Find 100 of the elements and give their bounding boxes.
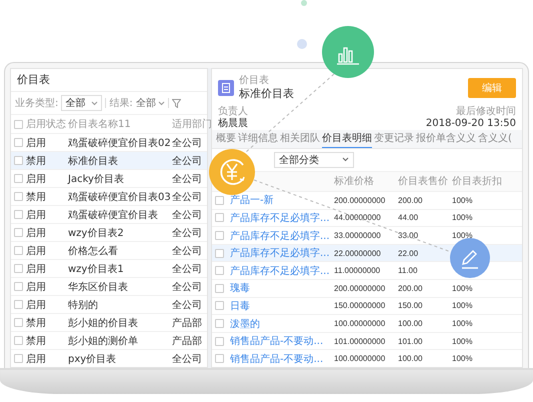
- column-header: 价目表售价: [398, 174, 449, 188]
- table-cell-text: 产品部: [172, 316, 203, 330]
- table-cell-text: 价格怎么看: [68, 244, 119, 258]
- checkbox[interactable]: [14, 336, 23, 345]
- table-cell-text: 启用: [26, 208, 47, 222]
- product-link[interactable]: 瑰毒: [230, 283, 250, 294]
- table-row[interactable]: 启用 鸡蛋破碎便宜价目表 全公司: [11, 205, 207, 223]
- table-cell-text: 鸡蛋破碎便宜价目表03: [68, 190, 172, 204]
- filter-icon[interactable]: [172, 98, 181, 108]
- checkbox[interactable]: [14, 264, 23, 273]
- table-cell: 100%: [452, 336, 472, 346]
- table-cell-text: wzy价目表1: [68, 262, 125, 276]
- table-cell: 100%: [452, 301, 472, 310]
- table-cell-text: 22.00000000: [334, 248, 382, 258]
- table-row[interactable]: 启用 wzy价目表1 全公司: [11, 259, 207, 277]
- column-header: 价目表折扣: [452, 174, 503, 188]
- checkbox[interactable]: [215, 284, 224, 293]
- checkbox[interactable]: [14, 120, 23, 128]
- table-row[interactable]: 启用 特别的 全公司: [11, 295, 207, 313]
- column-header: 启用状态: [26, 118, 67, 131]
- table-cell-text: 全公司: [172, 352, 203, 366]
- column-header: 标准价格: [334, 174, 375, 188]
- checkbox[interactable]: [215, 231, 224, 240]
- table-cell-text: 11.00000000: [334, 266, 382, 276]
- table-cell-text: 101.00000000: [334, 336, 386, 346]
- checkbox[interactable]: [14, 300, 23, 309]
- table-cell-text: 全公司: [172, 226, 203, 240]
- checkbox[interactable]: [14, 354, 23, 363]
- checkbox[interactable]: [14, 192, 23, 201]
- table-row[interactable]: 启用 价格怎么看 全公司: [11, 241, 207, 259]
- table-row[interactable]: 销售品产品-不要动... 100.00000000 100.00 100%: [212, 349, 522, 368]
- checkbox[interactable]: [14, 228, 23, 237]
- checkbox[interactable]: [14, 156, 23, 165]
- checkbox[interactable]: [215, 301, 224, 310]
- table-cell-text: 启用: [26, 226, 47, 240]
- checkbox[interactable]: [215, 266, 224, 276]
- table-cell-text: 产品部: [172, 334, 203, 348]
- table-cell-text: 鸡蛋破碎便宜价目表: [68, 208, 159, 222]
- table-cell-text: 标准价目表: [68, 154, 119, 168]
- table-row[interactable]: 启用 wzy价目表2 全公司: [11, 223, 207, 241]
- product-link[interactable]: 销售品产品-不要动...: [230, 354, 324, 365]
- product-link[interactable]: 泼墨的: [230, 318, 260, 330]
- table-cell-text: 启用: [26, 244, 47, 258]
- table-row[interactable]: 禁用 鸡蛋破碎便宜价目表03全公司: [11, 187, 207, 205]
- table-cell-text: 全公司: [172, 136, 203, 150]
- checkbox[interactable]: [215, 354, 224, 364]
- table-row[interactable]: 禁用 标准价目表 全公司: [11, 151, 207, 169]
- checkbox[interactable]: [14, 246, 23, 255]
- table-cell-text: 100.00: [398, 354, 424, 364]
- table-row[interactable]: 日毒 150.00000000 150.00 100%: [212, 296, 522, 314]
- table-row[interactable]: 启用 Jacky价目表 全公司: [11, 169, 207, 187]
- table-cell-text: 特别的: [68, 298, 99, 312]
- table-cell-text: 启用: [26, 136, 47, 150]
- record-title: 标准价目表: [239, 86, 295, 101]
- table-cell-text: pxy价目表: [68, 352, 118, 366]
- product-link[interactable]: 日毒: [230, 300, 250, 312]
- table-row[interactable]: 禁用 彭小姐的价目表 产品部: [11, 313, 207, 331]
- table-cell-text: 全公司: [172, 244, 203, 258]
- table-row[interactable]: 泼墨的 100.00000000 100.00 100%: [212, 314, 522, 332]
- table-cell-text: 100.00000000: [334, 354, 386, 364]
- product-link[interactable]: 销售品产品-不要动...: [230, 336, 324, 348]
- table-row[interactable]: 瑰毒 200.00000000 200.00 100%: [212, 279, 522, 297]
- table-cell: 100%: [452, 231, 472, 240]
- table-row[interactable]: 启用 华东区价目表 全公司: [11, 277, 207, 295]
- table-cell-text: 101.00: [398, 336, 424, 346]
- checkbox[interactable]: [215, 336, 224, 346]
- table-cell-text: 启用: [26, 298, 47, 312]
- table-row[interactable]: 产品库存不足必填字... 44.00000000 44.00 100%: [212, 208, 522, 226]
- checkbox[interactable]: [215, 319, 224, 328]
- checkbox[interactable]: [14, 174, 23, 183]
- table-row[interactable]: 销售品产品-不要动... 101.00000000 101.00 100%: [212, 332, 522, 350]
- checkbox[interactable]: [14, 138, 23, 147]
- table-cell-text: 全公司: [172, 280, 203, 294]
- category-select[interactable]: 全部分类: [274, 152, 354, 168]
- filter-label: 结果:: [109, 96, 133, 110]
- dot-decoration: [301, 0, 307, 6]
- product-link[interactable]: 产品一-新: [230, 195, 274, 206]
- checkbox[interactable]: [14, 282, 23, 291]
- checkbox[interactable]: [14, 318, 23, 327]
- filter-dropdown[interactable]: 全部: [136, 96, 165, 110]
- table-cell-text: 启用: [26, 172, 47, 186]
- table-cell-text: 禁用: [26, 190, 47, 204]
- table-cell-text: 200.00: [398, 196, 424, 205]
- caret-icon: [91, 100, 98, 106]
- product-link[interactable]: 产品库存不足必填字...: [230, 230, 330, 242]
- product-link[interactable]: 产品库存不足必填字...: [230, 212, 330, 224]
- checkbox[interactable]: [215, 196, 224, 205]
- table-cell-text: 100.00: [398, 319, 424, 328]
- record-type: 价目表: [239, 74, 270, 87]
- tab[interactable]: 价目表明细: [322, 130, 372, 148]
- column-header: 适用部门: [172, 118, 212, 131]
- checkbox[interactable]: [14, 210, 23, 219]
- checkbox[interactable]: [215, 248, 224, 258]
- filter-select[interactable]: 全部: [61, 95, 102, 111]
- product-link[interactable]: 产品库存不足必填字...: [230, 266, 330, 277]
- table-row[interactable]: 启用 pxy价目表 全公司: [11, 349, 207, 367]
- table-cell-text: 33.00: [398, 231, 420, 240]
- checkbox[interactable]: [215, 213, 224, 222]
- table-row[interactable]: 禁用 彭小姐的测价单 产品部: [11, 331, 207, 349]
- table-cell: 100%: [452, 196, 472, 205]
